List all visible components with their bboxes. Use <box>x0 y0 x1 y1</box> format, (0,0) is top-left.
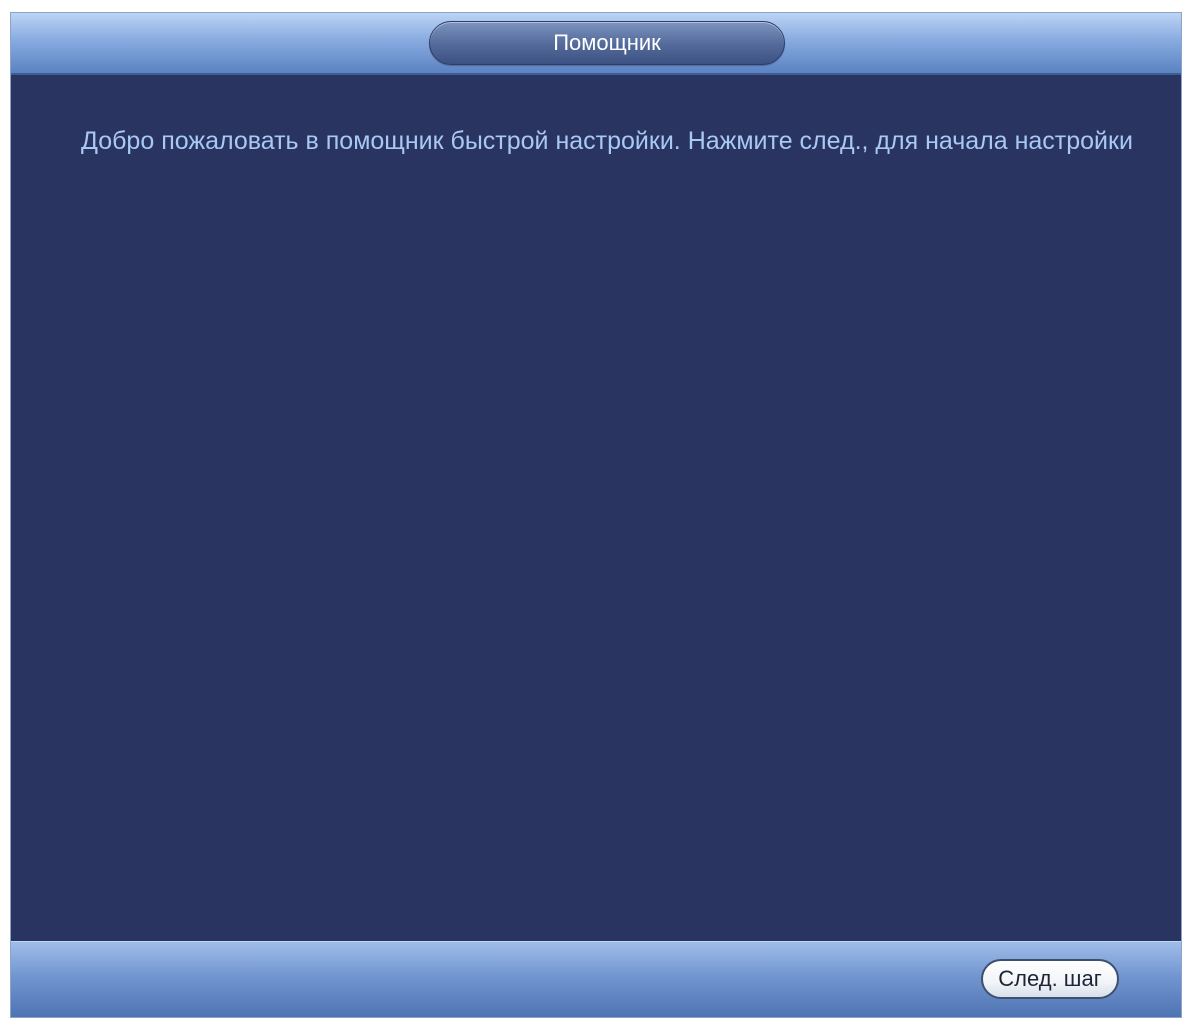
window-title: Помощник <box>429 21 785 65</box>
wizard-content: Добро пожаловать в помощник быстрой наст… <box>11 75 1181 945</box>
footer-bar: След. шаг <box>11 941 1181 1017</box>
title-bar: Помощник <box>11 13 1181 75</box>
welcome-message: Добро пожаловать в помощник быстрой наст… <box>81 127 1133 155</box>
next-step-button[interactable]: След. шаг <box>981 959 1119 999</box>
setup-wizard-window: Помощник Добро пожаловать в помощник быс… <box>10 12 1182 1018</box>
